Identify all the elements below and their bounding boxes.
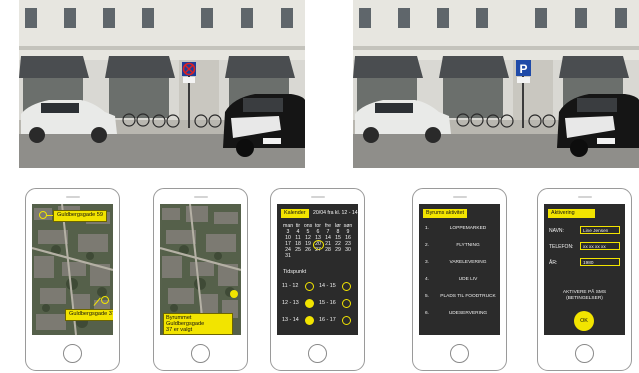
activity-item[interactable]: FLYTNING: [440, 243, 496, 248]
calendar-day: [313, 253, 323, 259]
calendar-day: [333, 253, 343, 259]
time-slot-radio[interactable]: [305, 282, 314, 291]
activity-number: 6.: [425, 311, 430, 316]
time-slot-radio[interactable]: [342, 299, 351, 308]
pin-bottom-icon[interactable]: [101, 296, 109, 304]
selection-line-2: 37 er valgt: [166, 327, 193, 333]
activation-header: Aktivering: [548, 209, 595, 219]
phone-map-selected: Byrummet Guldbergsgade 37 er valgt: [153, 188, 248, 371]
name-label: NAVN:: [549, 228, 564, 234]
phone-label: TELEFON:: [549, 244, 574, 250]
calendar-day: [343, 253, 353, 259]
sms-activation-text: AKTIVERE PÅ SMS (BETINGELSER): [548, 290, 621, 302]
calendar-screen: Kalender 20/04 fra kl. 12 - 14 man tir ons…: [277, 204, 358, 335]
time-slot-radio[interactable]: [342, 282, 351, 291]
name-field[interactable]: Line Jensen: [580, 226, 620, 234]
activity-item[interactable]: LOPPEMARKED: [440, 226, 496, 231]
time-slot-radio[interactable]: [342, 316, 351, 325]
tidspunkt-label: Tidspunkt: [283, 269, 307, 275]
year-field[interactable]: 1980: [580, 258, 620, 266]
time-slot-label: 13 - 14: [282, 317, 299, 323]
phone-speaker: [194, 196, 208, 198]
home-button[interactable]: [450, 344, 469, 363]
calendar-day: [293, 253, 303, 259]
phone-speaker: [453, 196, 467, 198]
time-slot-selected-radio[interactable]: [305, 299, 314, 308]
sms-line-2[interactable]: (BETINGELSER): [548, 296, 621, 302]
calendar-day: [303, 253, 313, 259]
pin-bottom-label[interactable]: Guldbergsgade 37: [65, 309, 113, 321]
pin-top-label[interactable]: Guldbergsgade 59: [53, 210, 108, 222]
calendar-day: [323, 253, 333, 259]
time-slot-label: 16 - 17: [319, 317, 336, 323]
activity-item[interactable]: VARELEVERING: [440, 260, 496, 265]
calendar-week-row: 31: [283, 253, 355, 259]
activity-item[interactable]: UDE LIV: [440, 277, 496, 282]
home-button[interactable]: [63, 344, 82, 363]
home-button[interactable]: [308, 344, 327, 363]
map-screen-selected[interactable]: Byrummet Guldbergsgade 37 er valgt: [160, 204, 241, 335]
phone-activation: Aktivering NAVN: Line Jensen TELEFON: xx…: [537, 188, 632, 371]
street-photo-before: [19, 0, 305, 168]
activity-item[interactable]: PLADS TIL FOODTRUCK: [440, 294, 496, 299]
phone-map-pins: Guldbergsgade 59 Guldbergsgade 37: [25, 188, 120, 371]
home-button[interactable]: [575, 344, 594, 363]
parking-sign-letter: P: [519, 62, 527, 76]
activity-number: 2.: [425, 243, 430, 248]
calendar-header: Kalender: [281, 209, 309, 219]
time-slot-label: 15 - 16: [319, 300, 336, 306]
phone-speaker: [311, 196, 325, 198]
phone-speaker: [66, 196, 80, 198]
phone-field[interactable]: xx xx xx xx: [580, 242, 620, 250]
time-slot-label: 12 - 13: [282, 300, 299, 306]
home-button[interactable]: [191, 344, 210, 363]
year-label: ÅR:: [549, 260, 558, 266]
phone-activities: Byrums aktivitet 1. LOPPEMARKED 2. FLYTNING…: [412, 188, 507, 371]
activity-item[interactable]: UDESERVERING: [440, 311, 496, 316]
selection-line-1: Byrummet Guldbergsgade: [166, 315, 205, 327]
street-photo-after: P: [353, 0, 639, 168]
calendar-weeks: 3 4 5 6 7 8 9 10 11 12 13 14 15 16 17 18 19 20 21 22 23 24 25 2…: [283, 229, 355, 259]
calendar-day[interactable]: 31: [283, 253, 293, 259]
activity-number: 4.: [425, 277, 430, 282]
phone-calendar: Kalender 20/04 fra kl. 12 - 14 man tir ons…: [270, 188, 365, 371]
time-slot-label: 14 - 15: [319, 283, 336, 289]
activity-number: 5.: [425, 294, 430, 299]
phone-speaker: [578, 196, 592, 198]
activity-number: 1.: [425, 226, 430, 231]
calendar-grid: man tir ons tor fre lør søn 3 4 5 6 7 8 9 10 11 12 13 14 1…: [283, 223, 355, 259]
selection-banner: Byrummet Guldbergsgade 37 er valgt: [163, 313, 233, 335]
time-slot-label: 11 - 12: [282, 283, 299, 289]
activity-number: 3.: [425, 260, 430, 265]
ok-button[interactable]: OK: [574, 311, 594, 331]
selected-pin-icon[interactable]: [230, 290, 238, 298]
calendar-header-note: 20/04 fra kl. 12 - 14: [313, 210, 358, 216]
activities-screen: Byrums aktivitet 1. LOPPEMARKED 2. FLYTNING…: [419, 204, 500, 335]
activation-screen: Aktivering NAVN: Line Jensen TELEFON: xx…: [544, 204, 625, 335]
map-screen[interactable]: Guldbergsgade 59 Guldbergsgade 37: [32, 204, 113, 335]
activities-header: Byrums aktivitet: [423, 209, 468, 219]
time-slot-selected-radio[interactable]: [305, 316, 314, 325]
